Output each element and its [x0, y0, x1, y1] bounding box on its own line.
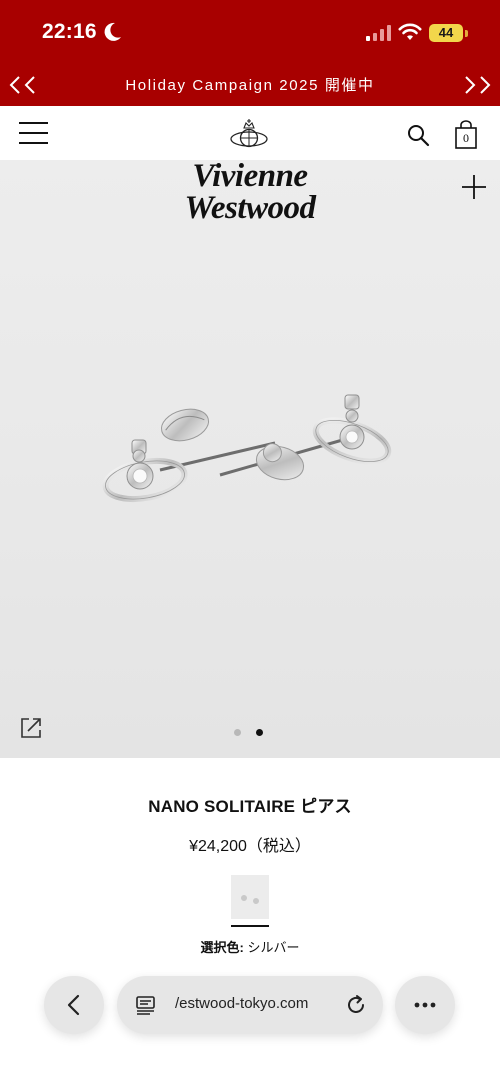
browser-address-bar[interactable]: /estwood-tokyo.com: [117, 976, 383, 1034]
selected-color-label: 選択色:: [200, 940, 244, 955]
double-chevron-right-icon[interactable]: [457, 73, 493, 97]
back-chevron-icon: [67, 994, 80, 1016]
hamburger-menu-icon[interactable]: [19, 122, 48, 144]
browser-more-button[interactable]: [395, 976, 455, 1034]
moon-icon: [104, 22, 121, 41]
url-text[interactable]: /estwood-tokyo.com: [175, 995, 335, 1012]
earrings-product-photo: [102, 394, 392, 503]
carousel-dot-1[interactable]: [234, 729, 241, 736]
plus-icon[interactable]: [461, 174, 487, 200]
search-icon[interactable]: [406, 123, 430, 147]
product-price: ¥24,200（税込）: [189, 838, 311, 855]
selected-color-line: 選択色: シルバー: [0, 937, 500, 956]
campaign-banner-text[interactable]: Holiday Campaign 2025 開催中: [0, 74, 500, 95]
browser-back-button[interactable]: [44, 976, 104, 1034]
battery-nub: [465, 30, 468, 37]
signal-icon: [366, 25, 391, 41]
battery-icon: 44: [429, 24, 463, 42]
selected-color-value: シルバー: [247, 940, 300, 955]
reader-mode-icon[interactable]: [136, 995, 156, 1015]
status-bar: 22:16 44: [0, 0, 500, 64]
cart-count-badge: 0: [463, 131, 469, 145]
wifi-icon: [398, 23, 422, 40]
color-swatch-silver[interactable]: [231, 875, 269, 919]
carousel-pagination: [232, 729, 268, 737]
carousel-dot-2-active[interactable]: [256, 729, 263, 736]
clock-time: 22:16: [42, 20, 97, 43]
reload-icon[interactable]: [344, 993, 368, 1017]
swatch-selected-indicator: [231, 925, 269, 927]
product-title: NANO SOLITAIRE ピアス: [148, 797, 352, 816]
swatch-thumbnail-icon: [241, 895, 259, 904]
share-icon[interactable]: [19, 716, 43, 740]
brand-wordmark-logo: Vivienne Westwood: [184, 160, 316, 226]
site-header: 0: [0, 106, 500, 160]
more-ellipsis-icon: [414, 1002, 436, 1008]
shopping-bag-button[interactable]: 0: [454, 120, 478, 150]
campaign-banner: Holiday Campaign 2025 開催中: [0, 64, 500, 106]
product-image-carousel[interactable]: Vivienne Westwood: [0, 160, 500, 758]
orb-logo-icon[interactable]: [229, 118, 269, 152]
